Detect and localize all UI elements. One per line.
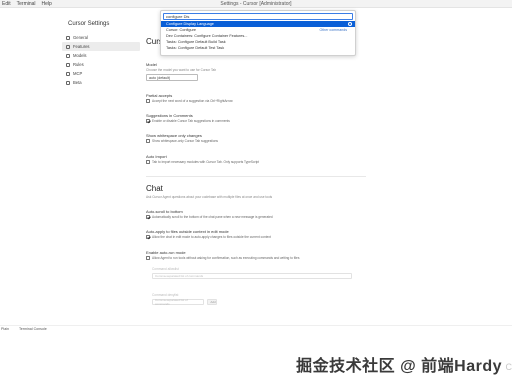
autoapply-checkbox[interactable] bbox=[146, 235, 150, 239]
denylist-input[interactable]: Comma-separated list of commands bbox=[152, 298, 204, 306]
status-terminal[interactable]: Terminal Console bbox=[19, 327, 47, 331]
setting-title: Model bbox=[146, 62, 157, 67]
sidebar-item-models[interactable]: Models bbox=[62, 51, 140, 60]
allowlist-label: Command allowlist bbox=[152, 267, 179, 271]
menu-edit[interactable]: Edit bbox=[2, 1, 11, 7]
palette-item-label: Configure Display Language bbox=[166, 22, 214, 26]
setting-title: Auto-scroll to bottom bbox=[146, 209, 183, 214]
mcp-icon bbox=[66, 71, 70, 76]
denylist-group: Command denylist Comma-separated list of… bbox=[152, 293, 352, 306]
setting-comments: Suggestions in Comments Enable or disabl… bbox=[146, 113, 336, 123]
autorun-checkbox[interactable] bbox=[146, 256, 150, 260]
autoapply-row: Allow the chat in edit mode to auto-appl… bbox=[146, 235, 336, 239]
allowlist-placeholder: Comma-separated list of commands bbox=[155, 274, 204, 278]
gear-icon bbox=[66, 35, 70, 40]
auto-import-row: Tab to import necessary modules with Cur… bbox=[146, 160, 336, 164]
title-bar: Edit Terminal Help Settings - Cursor [Ad… bbox=[0, 0, 512, 8]
sidebar-item-general[interactable]: General bbox=[62, 33, 140, 42]
setting-model: Model Choose the model you want to use f… bbox=[146, 62, 336, 81]
sidebar-item-features[interactable]: Features bbox=[62, 42, 140, 51]
watermark: 掘金技术社区 @ 前端Hardy bbox=[296, 358, 502, 375]
setting-autoscroll: Auto-scroll to bottom Automatically scro… bbox=[146, 209, 336, 219]
auto-import-checkbox[interactable] bbox=[146, 160, 150, 164]
denylist-label: Command denylist bbox=[152, 293, 179, 297]
palette-item-label: Tasks: Configure Default Build Task bbox=[166, 40, 226, 44]
partial-accepts-row: Accept the next word of a suggestion via… bbox=[146, 99, 336, 103]
chat-section: Chat Ask Cursor Agent questions about yo… bbox=[146, 184, 336, 201]
setting-auto-import: Auto Import Tab to import necessary modu… bbox=[146, 154, 336, 164]
allowlist-input[interactable]: Comma-separated list of commands bbox=[152, 273, 352, 279]
status-left[interactable]: Plain bbox=[1, 327, 9, 331]
allowlist-group: Command allowlist Comma-separated list o… bbox=[152, 267, 352, 279]
comments-row: Enable or disable Cursor Tab suggestions… bbox=[146, 119, 336, 123]
setting-partial-accepts: Partial accepts Accept the next word of … bbox=[146, 93, 336, 103]
status-bar: Plain Terminal Console bbox=[0, 325, 512, 332]
palette-item-label: Tasks: Configure Default Test Task bbox=[166, 46, 225, 50]
palette-item-test-task[interactable]: Tasks: Configure Default Test Task bbox=[161, 45, 355, 51]
denylist-row: Comma-separated list of commands Add bbox=[152, 298, 352, 306]
section-desc-chat: Ask Cursor Agent questions about your co… bbox=[146, 195, 273, 199]
whitespace-checkbox[interactable] bbox=[146, 139, 150, 143]
setting-desc: Enable or disable Cursor Tab suggestions… bbox=[152, 119, 230, 123]
features-icon bbox=[66, 44, 70, 49]
setting-autoapply: Auto-apply to files outside context in e… bbox=[146, 229, 336, 239]
settings-title: Cursor Settings bbox=[68, 21, 110, 27]
section-title-chat: Chat bbox=[146, 184, 163, 193]
sidebar-item-label: MCP bbox=[73, 71, 83, 76]
sidebar-item-label: Models bbox=[73, 53, 87, 58]
palette-item-label: Dev Containers: Configure Container Feat… bbox=[166, 34, 248, 38]
setting-desc: Show whitespace-only Cursor Tab suggesti… bbox=[152, 139, 219, 143]
sidebar-item-beta[interactable]: Beta bbox=[62, 78, 140, 87]
other-commands-label: Other commands bbox=[319, 28, 347, 32]
menu-terminal[interactable]: Terminal bbox=[17, 1, 36, 7]
section-divider bbox=[146, 176, 366, 177]
corner-letter: C bbox=[505, 362, 512, 372]
gear-icon[interactable] bbox=[348, 22, 352, 26]
setting-desc: Automatically scroll to the bottom of th… bbox=[152, 215, 273, 219]
beta-icon bbox=[66, 80, 70, 85]
sidebar-item-rules[interactable]: Rules bbox=[62, 60, 140, 69]
setting-title: Enable auto-run mode bbox=[146, 250, 186, 255]
setting-desc: Allow Agent to run tools without asking … bbox=[152, 256, 300, 260]
model-select[interactable]: auto (default) bbox=[146, 74, 198, 81]
rules-icon bbox=[66, 62, 70, 67]
sidebar-item-label: Features bbox=[73, 44, 90, 49]
models-icon bbox=[66, 53, 70, 58]
menu-help[interactable]: Help bbox=[42, 1, 52, 7]
sidebar-item-label: General bbox=[73, 35, 88, 40]
setting-title: Show whitespace only changes bbox=[146, 133, 202, 138]
setting-title: Auto-apply to files outside context in e… bbox=[146, 229, 229, 234]
window-title: Settings - Cursor [Administrator] bbox=[220, 1, 292, 7]
partial-accepts-checkbox[interactable] bbox=[146, 99, 150, 103]
settings-sidebar: General Features Models Rules MCP Beta bbox=[62, 33, 140, 87]
sidebar-item-mcp[interactable]: MCP bbox=[62, 69, 140, 78]
menu-bar: Edit Terminal Help bbox=[0, 1, 52, 7]
autoscroll-row: Automatically scroll to the bottom of th… bbox=[146, 215, 336, 219]
setting-whitespace: Show whitespace only changes Show whites… bbox=[146, 133, 336, 143]
palette-item-label: Cursor: Configure bbox=[166, 28, 196, 32]
setting-desc: Choose the model you want to use for Cur… bbox=[146, 68, 217, 72]
setting-desc: Tab to import necessary modules with Cur… bbox=[152, 160, 260, 164]
sidebar-item-label: Rules bbox=[73, 62, 84, 67]
autorun-row: Allow Agent to run tools without asking … bbox=[146, 256, 336, 260]
comments-checkbox[interactable] bbox=[146, 119, 150, 123]
command-palette: configure Dis Configure Display Language… bbox=[160, 10, 356, 56]
setting-desc: Accept the next word of a suggestion via… bbox=[152, 99, 233, 103]
model-select-value: auto (default) bbox=[149, 75, 171, 80]
autoscroll-checkbox[interactable] bbox=[146, 215, 150, 219]
setting-autorun: Enable auto-run mode Allow Agent to run … bbox=[146, 250, 336, 260]
setting-title: Suggestions in Comments bbox=[146, 113, 193, 118]
setting-title: Partial accepts bbox=[146, 93, 173, 98]
command-palette-input-value: configure Dis bbox=[166, 14, 190, 19]
add-button[interactable]: Add bbox=[207, 299, 217, 305]
whitespace-row: Show whitespace-only Cursor Tab suggesti… bbox=[146, 139, 336, 143]
setting-title: Auto Import bbox=[146, 154, 167, 159]
command-palette-input[interactable]: configure Dis bbox=[163, 13, 353, 20]
sidebar-item-label: Beta bbox=[73, 80, 82, 85]
setting-desc: Allow the chat in edit mode to auto-appl… bbox=[152, 235, 271, 239]
denylist-placeholder: Comma-separated list of commands bbox=[155, 298, 188, 306]
